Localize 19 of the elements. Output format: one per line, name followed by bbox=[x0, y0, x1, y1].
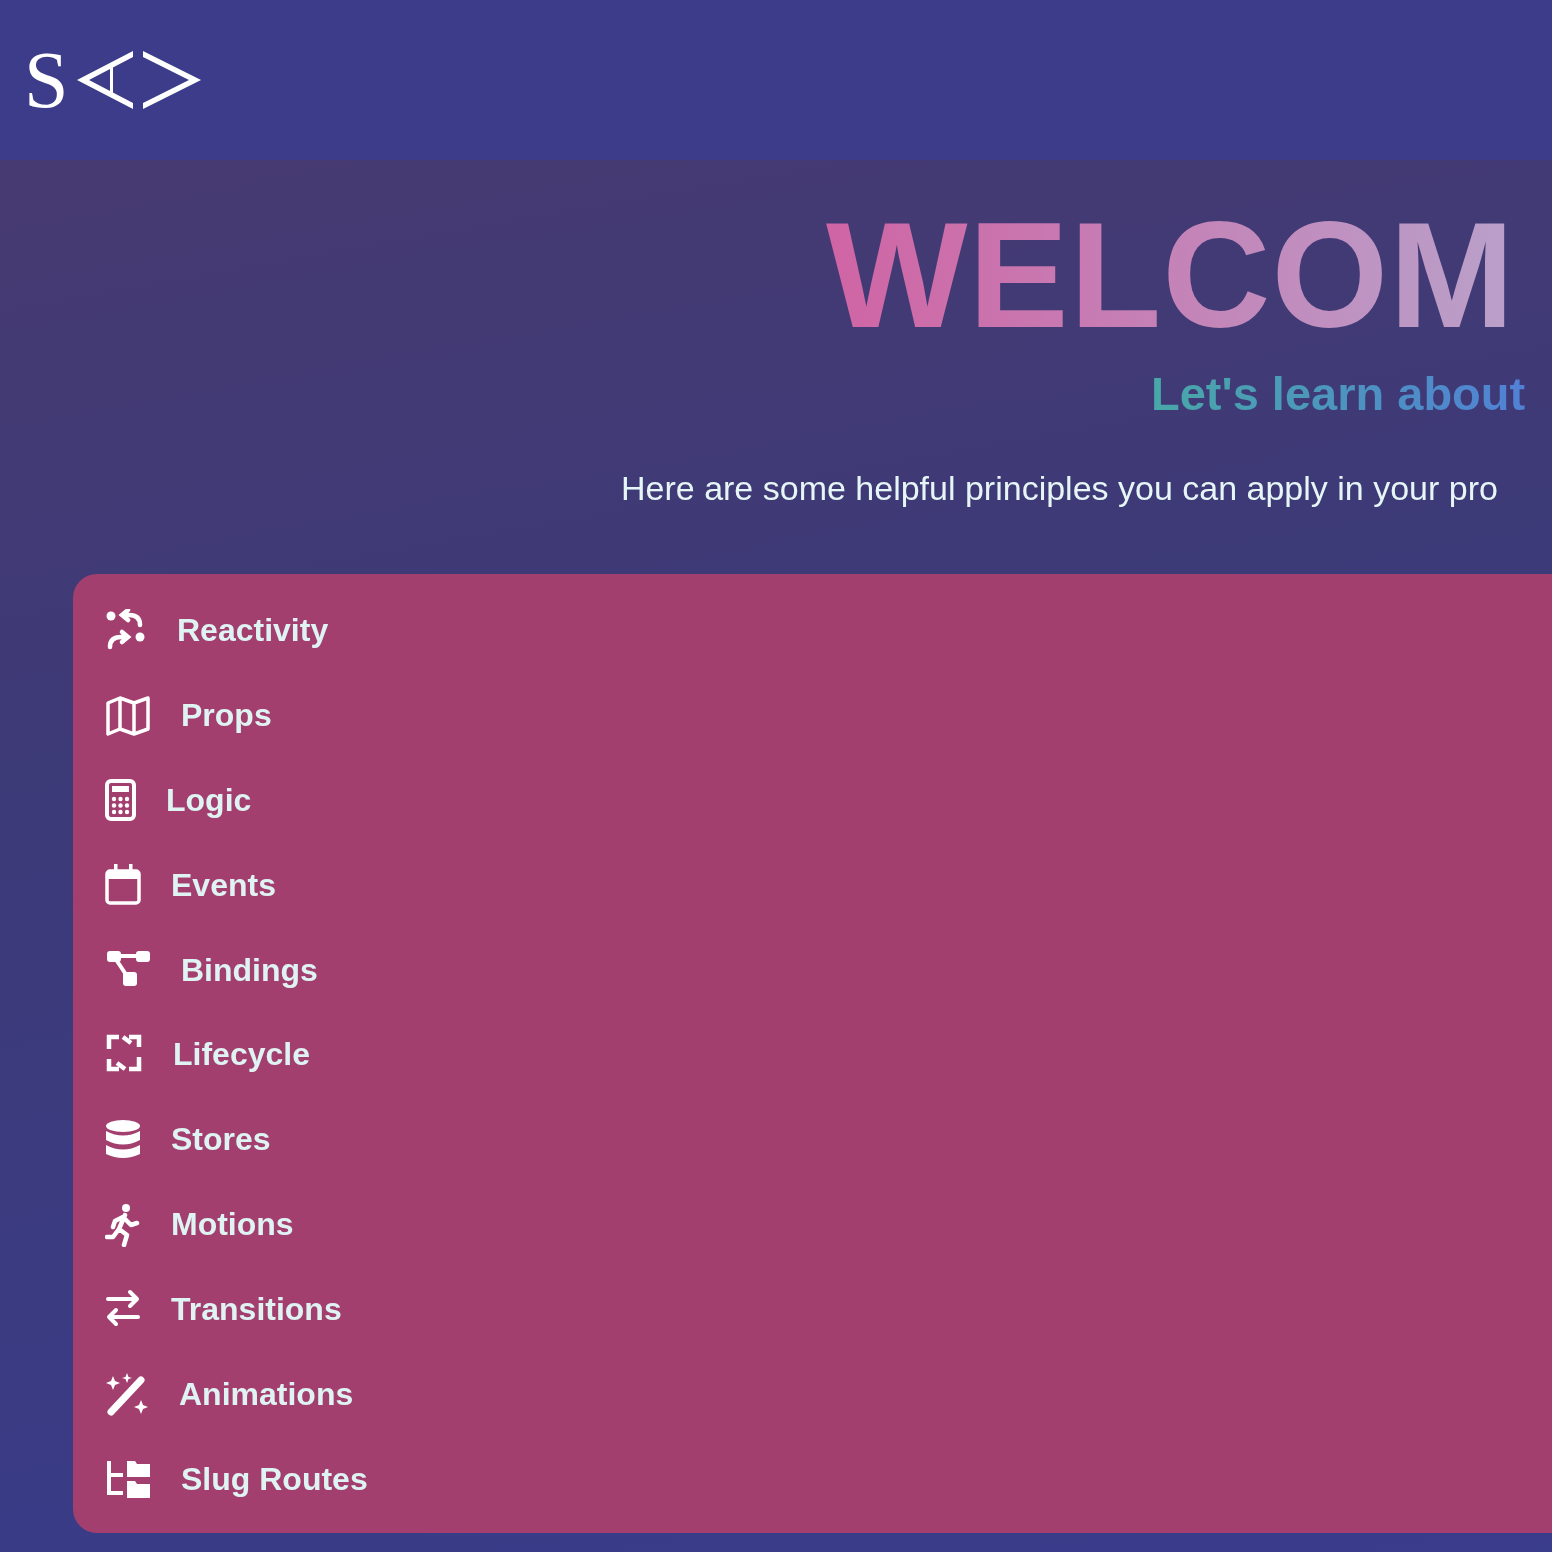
topic-link[interactable]: Transitions bbox=[105, 1267, 342, 1352]
topic-link[interactable]: Bindings bbox=[105, 927, 318, 1013]
topic-link[interactable]: Reactivity bbox=[105, 588, 329, 674]
intro-text: Here are some helpful principles you can apply in your pro bbox=[621, 467, 1499, 509]
logo-letter: S bbox=[24, 40, 69, 120]
topic-link[interactable]: Props bbox=[105, 673, 272, 759]
calendar-icon bbox=[105, 863, 141, 908]
topic-link[interactable]: Events bbox=[105, 842, 276, 928]
running-figure-icon bbox=[105, 1202, 141, 1247]
topic-link[interactable]: Motions bbox=[105, 1182, 294, 1267]
topic-link[interactable]: Stores bbox=[105, 1097, 271, 1183]
topic-link[interactable]: Logic bbox=[105, 758, 252, 843]
logo[interactable]: S bbox=[24, 40, 203, 120]
topic-link[interactable]: Lifecycle bbox=[105, 1012, 310, 1098]
map-icon bbox=[105, 693, 151, 738]
calculator-icon bbox=[105, 778, 136, 823]
topic-link[interactable]: Animations bbox=[105, 1351, 354, 1437]
magic-wand-icon bbox=[105, 1372, 149, 1417]
topic-link[interactable]: Slug Routes bbox=[105, 1436, 368, 1522]
